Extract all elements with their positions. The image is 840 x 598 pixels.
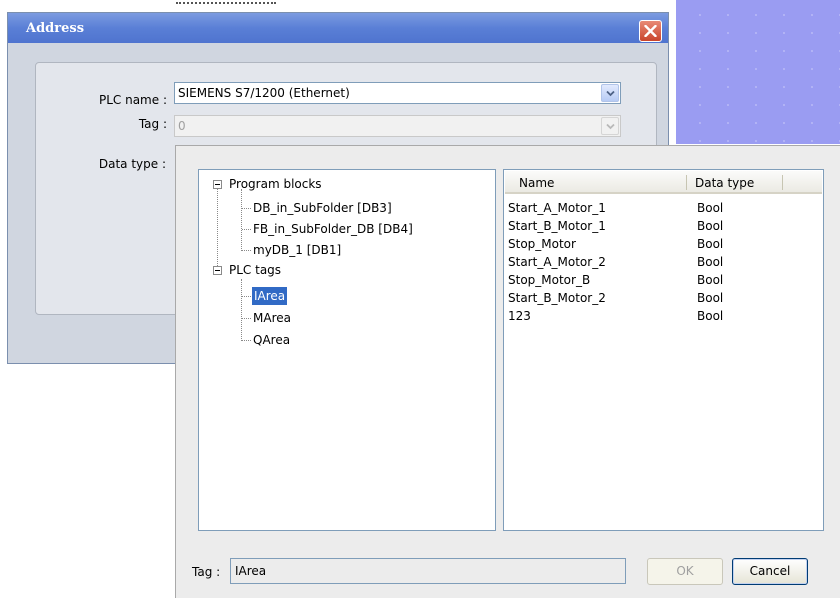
cell-name: Start_B_Motor_2 — [508, 291, 606, 305]
cell-data-type: Bool — [697, 255, 724, 269]
chevron-down-icon — [606, 123, 615, 130]
background-fragment — [176, 0, 276, 4]
column-divider[interactable] — [686, 175, 687, 190]
background-canvas — [676, 0, 840, 144]
table-row[interactable]: Stop_Motor_B Bool — [504, 272, 823, 288]
data-type-label: Data type : — [98, 157, 166, 171]
tree-item[interactable]: QArea — [251, 331, 292, 349]
footer-tag-field: IArea — [230, 558, 626, 584]
tree-connector — [241, 279, 242, 341]
plc-name-label: PLC name : — [98, 93, 167, 107]
tree-connector — [241, 189, 242, 251]
cell-name: 123 — [508, 309, 531, 323]
tree-connector — [242, 318, 251, 319]
tag-browser-popup: Program blocks DB_in_SubFolder [DB3] FB_… — [175, 145, 840, 598]
chevron-down-icon — [606, 90, 615, 97]
tree-item[interactable]: FB_in_SubFolder_DB [DB4] — [251, 220, 415, 238]
plc-name-dropdown-button[interactable] — [601, 84, 619, 102]
tree-connector — [242, 296, 251, 297]
tree-item[interactable]: DB_in_SubFolder [DB3] — [251, 199, 394, 217]
cell-data-type: Bool — [697, 219, 724, 233]
cell-name: Stop_Motor_B — [508, 273, 591, 287]
tree-item[interactable]: MArea — [251, 309, 293, 327]
tree-connector — [242, 250, 251, 251]
collapse-icon[interactable] — [213, 180, 222, 189]
plc-name-value: SIEMENS S7/1200 (Ethernet) — [178, 86, 350, 100]
tag-dropdown-button — [601, 117, 619, 135]
tag-tree[interactable]: Program blocks DB_in_SubFolder [DB3] FB_… — [198, 169, 496, 531]
tree-item-selected[interactable]: IArea — [252, 287, 288, 305]
tag-label: Tag : — [138, 117, 167, 131]
list-body: Start_A_Motor_1 Bool Start_B_Motor_1 Bool St… — [504, 200, 823, 500]
table-row[interactable]: Start_B_Motor_1 Bool — [504, 218, 823, 234]
tree-item[interactable]: myDB_1 [DB1] — [251, 241, 343, 259]
column-header-data-type[interactable]: Data type — [695, 176, 754, 190]
cell-data-type: Bool — [697, 273, 724, 287]
cell-name: Start_A_Motor_1 — [508, 201, 606, 215]
cell-data-type: Bool — [697, 309, 724, 323]
cell-data-type: Bool — [697, 237, 724, 251]
table-row[interactable]: 123 Bool — [504, 308, 823, 324]
footer-tag-label: Tag : — [192, 565, 221, 579]
dialog-title: Address — [26, 21, 85, 36]
cell-data-type: Bool — [697, 201, 724, 215]
table-row[interactable]: Start_A_Motor_2 Bool — [504, 254, 823, 270]
footer-tag-value: IArea — [235, 564, 267, 578]
tree-connector — [242, 208, 251, 209]
ok-button[interactable]: OK — [647, 558, 723, 585]
cancel-button[interactable]: Cancel — [732, 558, 808, 585]
table-row[interactable]: Stop_Motor Bool — [504, 236, 823, 252]
tree-node-plc-tags[interactable]: PLC tags — [227, 261, 283, 279]
tag-list[interactable]: Name Data type Start_A_Motor_1 Bool Start_… — [503, 169, 824, 531]
tree-node-program-blocks[interactable]: Program blocks — [227, 175, 324, 193]
tag-combo: 0 — [174, 115, 621, 137]
collapse-icon[interactable] — [213, 266, 222, 275]
tag-value: 0 — [178, 119, 186, 133]
cell-name: Stop_Motor — [508, 237, 576, 251]
column-divider[interactable] — [782, 175, 783, 190]
column-header-name[interactable]: Name — [519, 176, 554, 190]
tree-connector — [242, 229, 251, 230]
close-icon — [644, 25, 657, 37]
tree-connector — [217, 189, 218, 270]
tree-connector — [242, 340, 251, 341]
dialog-titlebar: Address — [8, 13, 668, 43]
list-header: Name Data type — [505, 171, 822, 194]
cell-data-type: Bool — [697, 291, 724, 305]
cell-name: Start_B_Motor_1 — [508, 219, 606, 233]
plc-name-combo[interactable]: SIEMENS S7/1200 (Ethernet) — [174, 82, 621, 104]
table-row[interactable]: Start_B_Motor_2 Bool — [504, 290, 823, 306]
table-row[interactable]: Start_A_Motor_1 Bool — [504, 200, 823, 216]
close-button[interactable] — [639, 20, 662, 42]
cell-name: Start_A_Motor_2 — [508, 255, 606, 269]
